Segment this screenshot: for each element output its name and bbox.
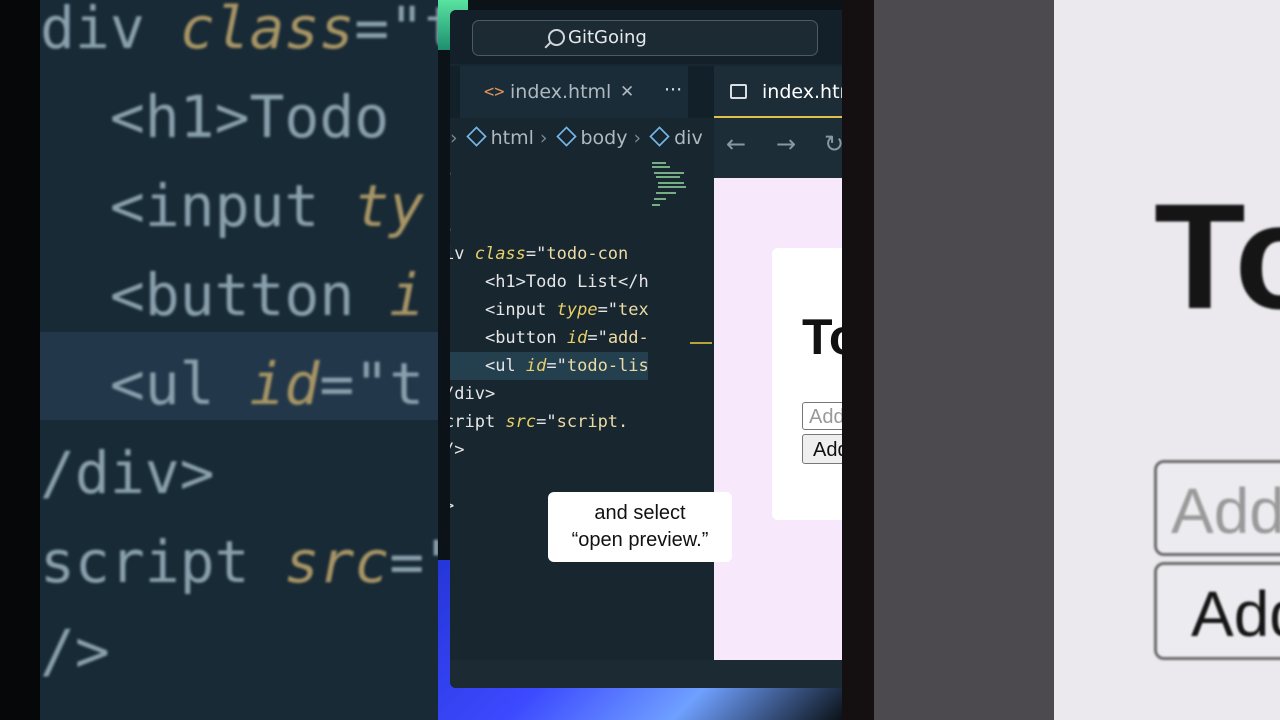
code-line: <h1>Todo List</h (484, 272, 648, 292)
breadcrumb: › html › body › div (450, 120, 714, 156)
close-icon[interactable]: ✕ (620, 66, 634, 118)
add-button[interactable]: Add (802, 434, 842, 464)
element-icon (649, 126, 670, 147)
command-center[interactable]: GitGoing (472, 20, 818, 56)
preview-navbar: ← → ↻ (714, 118, 842, 178)
breadcrumb-item-body[interactable]: body (581, 127, 628, 149)
breadcrumb-separator: › (450, 127, 458, 149)
command-center-label: GitGoing (568, 27, 647, 48)
breadcrumb-separator: › (633, 127, 642, 149)
preview-icon (730, 84, 747, 99)
preview-tab-label: index.htm (762, 81, 842, 103)
html-file-icon: <> (484, 82, 505, 102)
caption-line-2: “open preview.” (571, 529, 709, 551)
forward-icon[interactable]: → (776, 130, 796, 158)
code-line: <button id="add- (484, 328, 648, 348)
breadcrumb-item-div[interactable]: div (674, 127, 703, 149)
code-line: /div> (450, 384, 496, 404)
background-right-input: Add (1154, 460, 1280, 556)
status-bar (450, 660, 842, 688)
code-line: <input type="tex (484, 300, 648, 320)
background-right-title: To (1154, 172, 1280, 340)
code-line: . (450, 156, 648, 184)
background-right-edge (842, 0, 874, 720)
todo-input[interactable]: Add (802, 402, 842, 430)
search-icon (548, 29, 565, 46)
tab-preview-index-html[interactable]: index.htm (714, 66, 842, 118)
background-code-line: <ul id="t (40, 350, 425, 418)
background-code-line: <input ty (40, 172, 425, 240)
minimap[interactable] (650, 160, 694, 206)
breadcrumb-separator: › (539, 127, 548, 149)
title-bar: GitGoing (450, 10, 842, 64)
tab-bar: <> index.html ✕ ··· index.htm (450, 66, 842, 118)
caption-box: and select “open preview.” (548, 492, 732, 562)
background-right-button: Add (1154, 562, 1280, 660)
background-right-blurred-preview: To Add Add (842, 0, 1280, 720)
code-lines: .. iv class="todo-con <h1>Todo List</h <i… (450, 156, 648, 520)
background-code-line: <button i (40, 261, 425, 329)
code-line: <ul id="todo-lis (450, 352, 648, 380)
editor-window-frame: GitGoing <> index.html ✕ ··· index.htm ›… (438, 0, 842, 720)
preview-panel: ← → ↻ To Add Add (714, 118, 842, 660)
background-code-line: div class="to (40, 0, 438, 62)
element-icon (555, 126, 577, 147)
vscode-window: GitGoing <> index.html ✕ ··· index.htm ›… (450, 10, 842, 688)
background-right-gray-panel (874, 0, 1054, 720)
code-editor[interactable]: .. iv class="todo-con <h1>Todo List</h <i… (450, 156, 714, 660)
code-line: /> (450, 440, 465, 460)
background-left-edge (0, 0, 40, 720)
tab-label: index.html (510, 81, 612, 103)
todo-title: To (802, 309, 842, 365)
back-icon[interactable]: ← (726, 130, 746, 158)
reload-icon[interactable]: ↻ (824, 130, 842, 158)
background-code-line: <h1>Todo (40, 83, 390, 151)
element-icon (465, 126, 487, 147)
todo-card: To Add Add (772, 248, 842, 520)
tab-index-html[interactable]: <> index.html ✕ ··· (460, 66, 688, 118)
code-line: cript src="script. (450, 412, 629, 432)
background-left-blurred-code: div class="to <h1>Todo <input ty <button… (0, 0, 438, 720)
breadcrumb-item-html[interactable]: html (491, 127, 534, 149)
background-code-line: /> (40, 617, 110, 685)
code-line: . (450, 212, 648, 240)
background-code-line: /div> (40, 439, 215, 507)
caption-line-1: and select (594, 502, 686, 524)
background-code-line: script src=" (40, 528, 438, 596)
scroll-marker (690, 342, 712, 344)
code-line: iv class="todo-con (450, 244, 629, 264)
more-actions-icon[interactable]: ··· (664, 64, 682, 116)
background-left-code: div class="to <h1>Todo <input ty <button… (40, 0, 438, 696)
